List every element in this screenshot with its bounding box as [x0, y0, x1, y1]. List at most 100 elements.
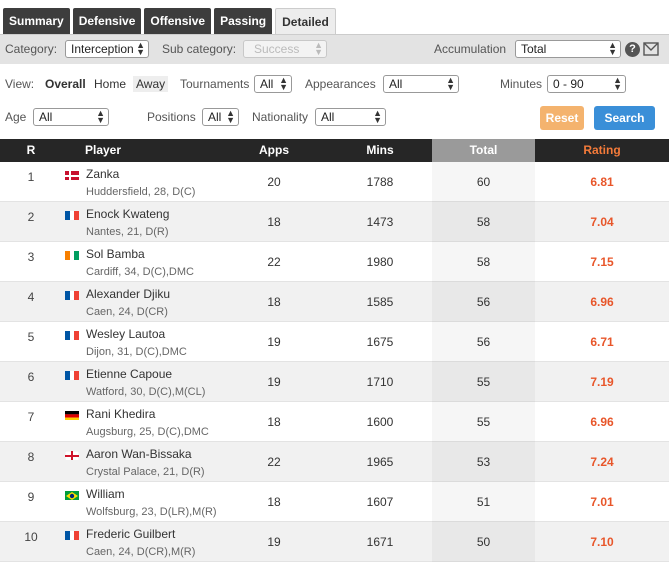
- table-row: 7 Rani Khedira Augsburg, 25, D(C),DMC 18 160…: [0, 402, 669, 442]
- france-flag-icon: [65, 530, 79, 540]
- france-flag-icon: [65, 290, 79, 300]
- player-name-link[interactable]: Wesley Lautoa: [86, 327, 165, 341]
- tournaments-label: Tournaments: [180, 77, 250, 91]
- view-label: View:: [5, 77, 35, 91]
- header-mins[interactable]: Mins: [355, 139, 405, 162]
- select-arrow-icon: ▲ ▼: [608, 40, 617, 57]
- player-info: Cardiff, 34, D(C),DMC: [86, 266, 194, 278]
- select-arrow-icon: ▲ ▼: [226, 108, 235, 125]
- rank-cell: 5: [27, 330, 35, 344]
- total-cell: 58: [476, 255, 491, 269]
- rating-cell: 7.04: [590, 215, 614, 229]
- email-icon[interactable]: [643, 42, 659, 56]
- rating-cell: 7.01: [590, 495, 614, 509]
- denmark-flag-icon: [65, 170, 79, 180]
- rating-cell: 6.71: [590, 335, 614, 349]
- table-row: 9 William Wolfsburg, 23, D(LR),M(R) 18 1607 5…: [0, 482, 669, 522]
- accumulation-label: Accumulation: [434, 42, 507, 56]
- header-rank[interactable]: R: [16, 139, 46, 162]
- ivory-coast-flag-icon: [65, 250, 79, 260]
- player-name-link[interactable]: Enock Kwateng: [86, 207, 169, 221]
- rating-cell: 7.19: [590, 375, 614, 389]
- mins-cell: 1675: [366, 335, 394, 349]
- help-icon[interactable]: ?: [625, 42, 640, 57]
- total-cell: 60: [476, 175, 491, 189]
- table-body: 1 Zanka Huddersfield, 28, D(C) 20 1788 60 6.81…: [0, 162, 669, 562]
- rank-cell: 1: [27, 170, 35, 184]
- nationality-label: Nationality: [252, 110, 309, 124]
- mins-cell: 1710: [366, 375, 394, 389]
- view-away[interactable]: Away: [133, 76, 169, 92]
- rank-cell: 9: [27, 490, 35, 504]
- category-select[interactable]: Interception ▲ ▼: [65, 40, 149, 58]
- player-name-link[interactable]: William: [86, 487, 125, 501]
- reset-button[interactable]: Reset: [540, 106, 584, 130]
- table-row: 4 Alexander Djiku Caen, 24, D(CR) 18 1585 56 6…: [0, 282, 669, 322]
- header-apps[interactable]: Apps: [250, 139, 298, 162]
- player-name-link[interactable]: Alexander Djiku: [86, 287, 170, 301]
- apps-cell: 19: [267, 535, 281, 549]
- player-info: Huddersfield, 28, D(C): [86, 186, 196, 198]
- view-overall[interactable]: Overall: [42, 76, 89, 92]
- view-home[interactable]: Home: [91, 76, 129, 92]
- player-info: Augsburg, 25, D(C),DMC: [86, 426, 209, 438]
- player-name-link[interactable]: Aaron Wan-Bissaka: [86, 447, 192, 461]
- mins-cell: 1473: [366, 215, 394, 229]
- player-filter-bar: Age All ▲ ▼ Positions All ▲ ▼ Nationality …: [0, 101, 669, 131]
- table-row: 1 Zanka Huddersfield, 28, D(C) 20 1788 60 6.81: [0, 162, 669, 202]
- search-button[interactable]: Search: [594, 106, 655, 130]
- header-total[interactable]: Total: [432, 139, 535, 162]
- rank-cell: 6: [27, 370, 35, 384]
- table-row: 3 Sol Bamba Cardiff, 34, D(C),DMC 22 1980 58 7…: [0, 242, 669, 282]
- nationality-select[interactable]: All ▲ ▼: [315, 108, 386, 126]
- select-arrow-icon: ▲ ▼: [613, 75, 622, 92]
- nationality-value: All: [321, 110, 335, 124]
- rank-cell: 10: [24, 530, 38, 544]
- rating-cell: 6.81: [590, 175, 614, 189]
- mins-cell: 1980: [366, 255, 394, 269]
- header-player[interactable]: Player: [80, 139, 126, 162]
- age-value: All: [39, 110, 53, 124]
- tab-passing[interactable]: Passing: [214, 8, 273, 34]
- tab-offensive[interactable]: Offensive: [144, 8, 212, 34]
- category-filter-bar: Category: Interception ▲ ▼ Sub category: …: [0, 34, 669, 64]
- appearances-select[interactable]: All ▲ ▼: [383, 75, 459, 93]
- france-flag-icon: [65, 210, 79, 220]
- total-cell: 55: [476, 375, 491, 389]
- select-arrow-icon: ▲ ▼: [314, 40, 323, 57]
- apps-cell: 18: [267, 495, 281, 509]
- table-row: 2 Enock Kwateng Nantes, 21, D(R) 18 1473 58 7.…: [0, 202, 669, 242]
- age-select[interactable]: All ▲ ▼: [33, 108, 109, 126]
- tournaments-select[interactable]: All ▲ ▼: [254, 75, 292, 93]
- player-name-link[interactable]: Zanka: [86, 167, 119, 181]
- select-arrow-icon: ▲ ▼: [136, 40, 145, 57]
- total-cell: 53: [476, 455, 491, 469]
- apps-cell: 19: [267, 335, 281, 349]
- subcategory-select[interactable]: Success ▲ ▼: [243, 40, 327, 58]
- player-name-link[interactable]: Rani Khedira: [86, 407, 155, 421]
- tab-defensive[interactable]: Defensive: [72, 8, 142, 34]
- positions-value: All: [208, 110, 222, 124]
- tab-detailed[interactable]: Detailed: [275, 8, 336, 35]
- player-info: Wolfsburg, 23, D(LR),M(R): [86, 506, 217, 518]
- apps-cell: 18: [267, 415, 281, 429]
- rank-cell: 4: [27, 290, 35, 304]
- player-name-link[interactable]: Sol Bamba: [86, 247, 145, 261]
- positions-select[interactable]: All ▲ ▼: [202, 108, 239, 126]
- rating-cell: 6.96: [590, 415, 614, 429]
- mins-cell: 1600: [366, 415, 394, 429]
- total-cell: 58: [476, 215, 491, 229]
- total-cell: 51: [476, 495, 491, 509]
- rating-cell: 7.10: [590, 535, 614, 549]
- minutes-label: Minutes: [500, 77, 543, 91]
- accumulation-value: Total: [521, 42, 547, 56]
- player-name-link[interactable]: Frederic Guilbert: [86, 527, 175, 541]
- table-row: 8 Aaron Wan-Bissaka Crystal Palace, 21, D(…: [0, 442, 669, 482]
- accumulation-select[interactable]: Total ▲ ▼: [515, 40, 621, 58]
- player-name-link[interactable]: Etienne Capoue: [86, 367, 172, 381]
- header-rating[interactable]: Rating: [570, 139, 634, 162]
- positions-label: Positions: [147, 110, 196, 124]
- tab-summary[interactable]: Summary: [3, 8, 70, 34]
- minutes-select[interactable]: 0 - 90 ▲ ▼: [547, 75, 626, 93]
- tournaments-value: All: [260, 77, 274, 91]
